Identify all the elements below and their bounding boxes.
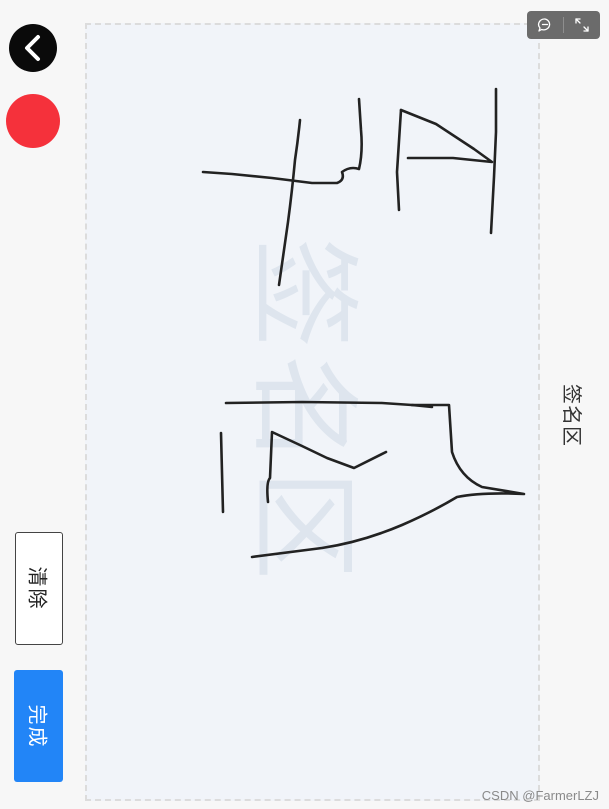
done-button[interactable]: 完成 [14, 670, 63, 782]
signature-canvas[interactable]: 签名区 [85, 23, 540, 801]
signature-area-label: 签名区 [559, 383, 582, 447]
clear-button[interactable]: 清除 [15, 532, 63, 645]
back-button[interactable] [9, 24, 57, 72]
fullscreen-button[interactable] [564, 11, 600, 39]
floating-toolbar [527, 11, 600, 39]
chevron-left-icon [25, 35, 40, 61]
comment-icon [537, 18, 551, 32]
signature-strokes [201, 87, 526, 559]
comment-button[interactable] [527, 11, 563, 39]
pen-color-swatch[interactable] [6, 94, 60, 148]
done-button-label: 完成 [25, 704, 47, 748]
clear-button-label: 清除 [25, 566, 48, 611]
footer-credit: CSDN @FarmerLZJ [481, 788, 599, 803]
fullscreen-icon [575, 18, 589, 32]
